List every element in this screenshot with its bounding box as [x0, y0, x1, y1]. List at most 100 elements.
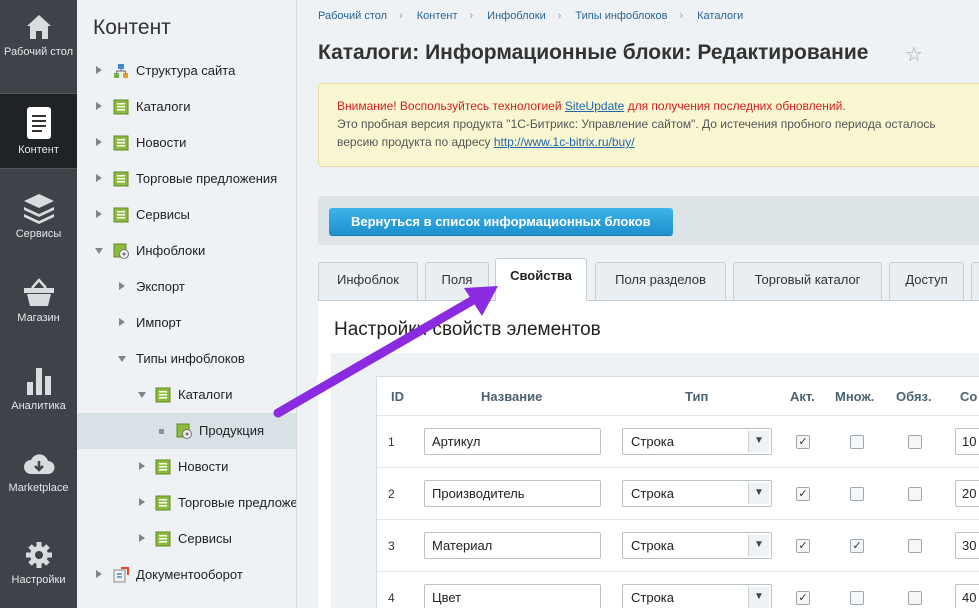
nav-item-content[interactable]: Контент [0, 93, 77, 169]
nav-item-analytics[interactable]: Аналитика [0, 364, 77, 420]
favorite-star-icon[interactable]: ☆ [905, 42, 923, 67]
breadcrumb-item[interactable]: Контент [417, 10, 458, 22]
nav-label: Магазин [17, 312, 60, 324]
breadcrumb-item[interactable]: Каталоги [697, 10, 743, 22]
col-header-multiple: Множ. [835, 389, 875, 404]
property-type-select[interactable]: Строка ▼ [622, 584, 772, 608]
required-checkbox[interactable] [908, 487, 922, 501]
tree-item-export[interactable]: Экспорт [77, 269, 296, 305]
tree-item-type-news[interactable]: Новости [77, 449, 296, 485]
nav-item-settings[interactable]: Настройки [0, 540, 77, 594]
expand-arrow-icon[interactable] [139, 498, 145, 506]
breadcrumb-item[interactable]: Рабочий стол [318, 10, 387, 22]
tab-access[interactable]: Доступ [889, 262, 964, 300]
bullet-icon [159, 429, 164, 434]
type-select-value: Строка [631, 590, 675, 605]
back-to-list-button[interactable]: Вернуться в список информационных блоков [329, 208, 673, 235]
active-checkbox[interactable]: ✓ [796, 435, 810, 449]
sort-input[interactable]: 10 [955, 428, 979, 455]
collapse-arrow-icon[interactable] [118, 356, 126, 362]
tree-item-label: Сервисы [178, 531, 232, 546]
required-checkbox[interactable] [908, 591, 922, 605]
expand-arrow-icon[interactable] [119, 282, 125, 290]
home-icon [26, 15, 51, 39]
breadcrumb-separator-icon: › [679, 10, 684, 22]
property-type-select[interactable]: Строка ▼ [622, 428, 772, 455]
nav-item-services[interactable]: Сервисы [0, 192, 77, 248]
page-title: Каталоги: Информационные блоки: Редактир… [318, 41, 869, 64]
col-header-sort: Со [960, 389, 978, 404]
nav-label: Сервисы [15, 228, 62, 240]
nav-label: Настройки [11, 574, 66, 586]
layers-icon [23, 194, 54, 224]
required-checkbox[interactable] [908, 435, 922, 449]
expand-arrow-icon[interactable] [96, 570, 102, 578]
tree-item-products[interactable]: Продукция [77, 413, 296, 449]
tree-item-label: Инфоблоки [136, 243, 206, 258]
sort-input[interactable]: 20 [955, 480, 979, 507]
property-type-select[interactable]: Строка ▼ [622, 532, 772, 559]
property-name-input[interactable]: Цвет [424, 584, 601, 608]
tab-more[interactable] [971, 262, 979, 300]
multiple-checkbox[interactable] [850, 487, 864, 501]
tree-item-type-services[interactable]: Сервисы [77, 521, 296, 557]
row-id: 4 [388, 591, 395, 605]
sort-input[interactable]: 30 [955, 532, 979, 559]
type-select-value: Строка [631, 538, 675, 553]
tree-item-type-catalogs[interactable]: Каталоги [77, 377, 296, 413]
expand-arrow-icon[interactable] [96, 210, 102, 218]
chevron-down-icon: ▼ [748, 431, 769, 452]
nav-item-shop[interactable]: Магазин [0, 278, 77, 330]
tab-section-fields[interactable]: Поля разделов [595, 262, 726, 300]
collapse-arrow-icon[interactable] [138, 392, 146, 398]
property-name-input[interactable]: Артикул [424, 428, 601, 455]
tree-item-import[interactable]: Импорт [77, 305, 296, 341]
expand-arrow-icon[interactable] [96, 174, 102, 182]
property-type-select[interactable]: Строка ▼ [622, 480, 772, 507]
multiple-checkbox[interactable]: ✓ [850, 539, 864, 553]
tree-item-iblock-types[interactable]: Типы инфоблоков [77, 341, 296, 377]
multiple-checkbox[interactable] [850, 591, 864, 605]
tree-item-iblocks[interactable]: Инфоблоки [77, 233, 296, 269]
notice-line-1: Внимание! Воспользуйтесь технологией Sit… [337, 97, 979, 115]
trial-notice: Внимание! Воспользуйтесь технологией Sit… [318, 83, 979, 167]
chevron-down-icon: ▼ [748, 587, 769, 608]
buy-link[interactable]: http://www.1c-bitrix.ru/buy/ [494, 135, 635, 149]
tab-trade-catalog[interactable]: Торговый каталог [733, 262, 882, 300]
tree-item-docflow[interactable]: Документооборот [77, 557, 296, 593]
nav-label: Рабочий стол [3, 46, 74, 58]
tree-item-news[interactable]: Новости [77, 125, 296, 161]
iblock-icon [113, 171, 129, 187]
expand-arrow-icon[interactable] [96, 66, 102, 74]
property-name-input[interactable]: Материал [424, 532, 601, 559]
tree-item-type-offers[interactable]: Торговые предложе [77, 485, 296, 521]
active-checkbox[interactable]: ✓ [796, 539, 810, 553]
expand-arrow-icon[interactable] [139, 534, 145, 542]
breadcrumb-item[interactable]: Инфоблоки [487, 10, 546, 22]
active-checkbox[interactable]: ✓ [796, 487, 810, 501]
nav-item-desktop[interactable]: Рабочий стол [0, 12, 77, 82]
row-id: 3 [388, 539, 395, 553]
annotation-arrow-icon [273, 286, 498, 418]
notice-line-3: версию продукта по адресу http://www.1c-… [337, 133, 979, 151]
nav-item-marketplace[interactable]: Marketplace [0, 452, 77, 502]
required-checkbox[interactable] [908, 539, 922, 553]
cloud-download-icon [23, 454, 54, 474]
tree-item-site-structure[interactable]: Структура сайта [77, 53, 296, 89]
active-checkbox[interactable]: ✓ [796, 591, 810, 605]
property-name-input[interactable]: Производитель [424, 480, 601, 507]
expand-arrow-icon[interactable] [96, 102, 102, 110]
multiple-checkbox[interactable] [850, 435, 864, 449]
tree-item-catalogs[interactable]: Каталоги [77, 89, 296, 125]
collapse-arrow-icon[interactable] [95, 248, 103, 254]
tree-item-offers[interactable]: Торговые предложения [77, 161, 296, 197]
gear-icon [25, 542, 52, 568]
notice-text: версию продукта по адресу [337, 135, 494, 149]
siteupdate-link[interactable]: SiteUpdate [565, 99, 624, 113]
expand-arrow-icon[interactable] [139, 462, 145, 470]
expand-arrow-icon[interactable] [119, 318, 125, 326]
sort-input[interactable]: 40 [955, 584, 979, 608]
breadcrumb-item[interactable]: Типы инфоблоков [575, 10, 667, 22]
expand-arrow-icon[interactable] [96, 138, 102, 146]
tree-item-services[interactable]: Сервисы [77, 197, 296, 233]
